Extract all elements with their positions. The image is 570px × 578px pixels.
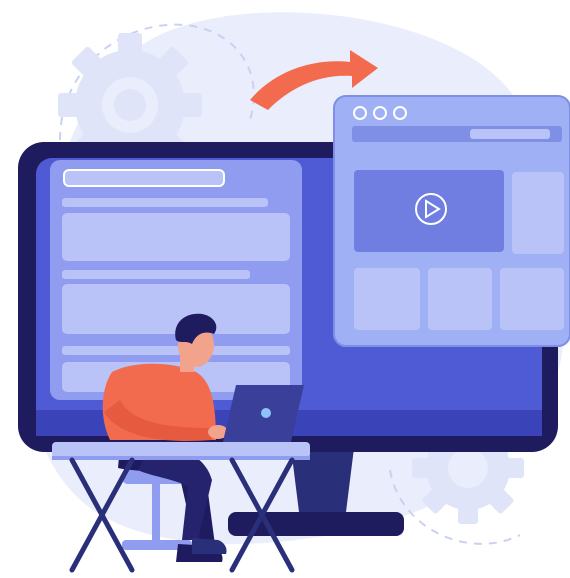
thumb-block [500, 268, 564, 330]
search-bar [63, 169, 225, 187]
text-line [62, 198, 268, 207]
content-block [62, 213, 290, 261]
form-panel [50, 160, 302, 400]
illustration [0, 0, 570, 578]
laptop [222, 385, 304, 446]
browser-window [333, 95, 570, 347]
text-line [62, 270, 250, 279]
laptop-logo-icon [261, 408, 271, 418]
side-block [512, 172, 564, 254]
thumb-block [354, 268, 420, 330]
video-player [354, 170, 504, 252]
content-block [62, 284, 290, 334]
text-line [62, 346, 290, 355]
thumb-block [428, 268, 492, 330]
